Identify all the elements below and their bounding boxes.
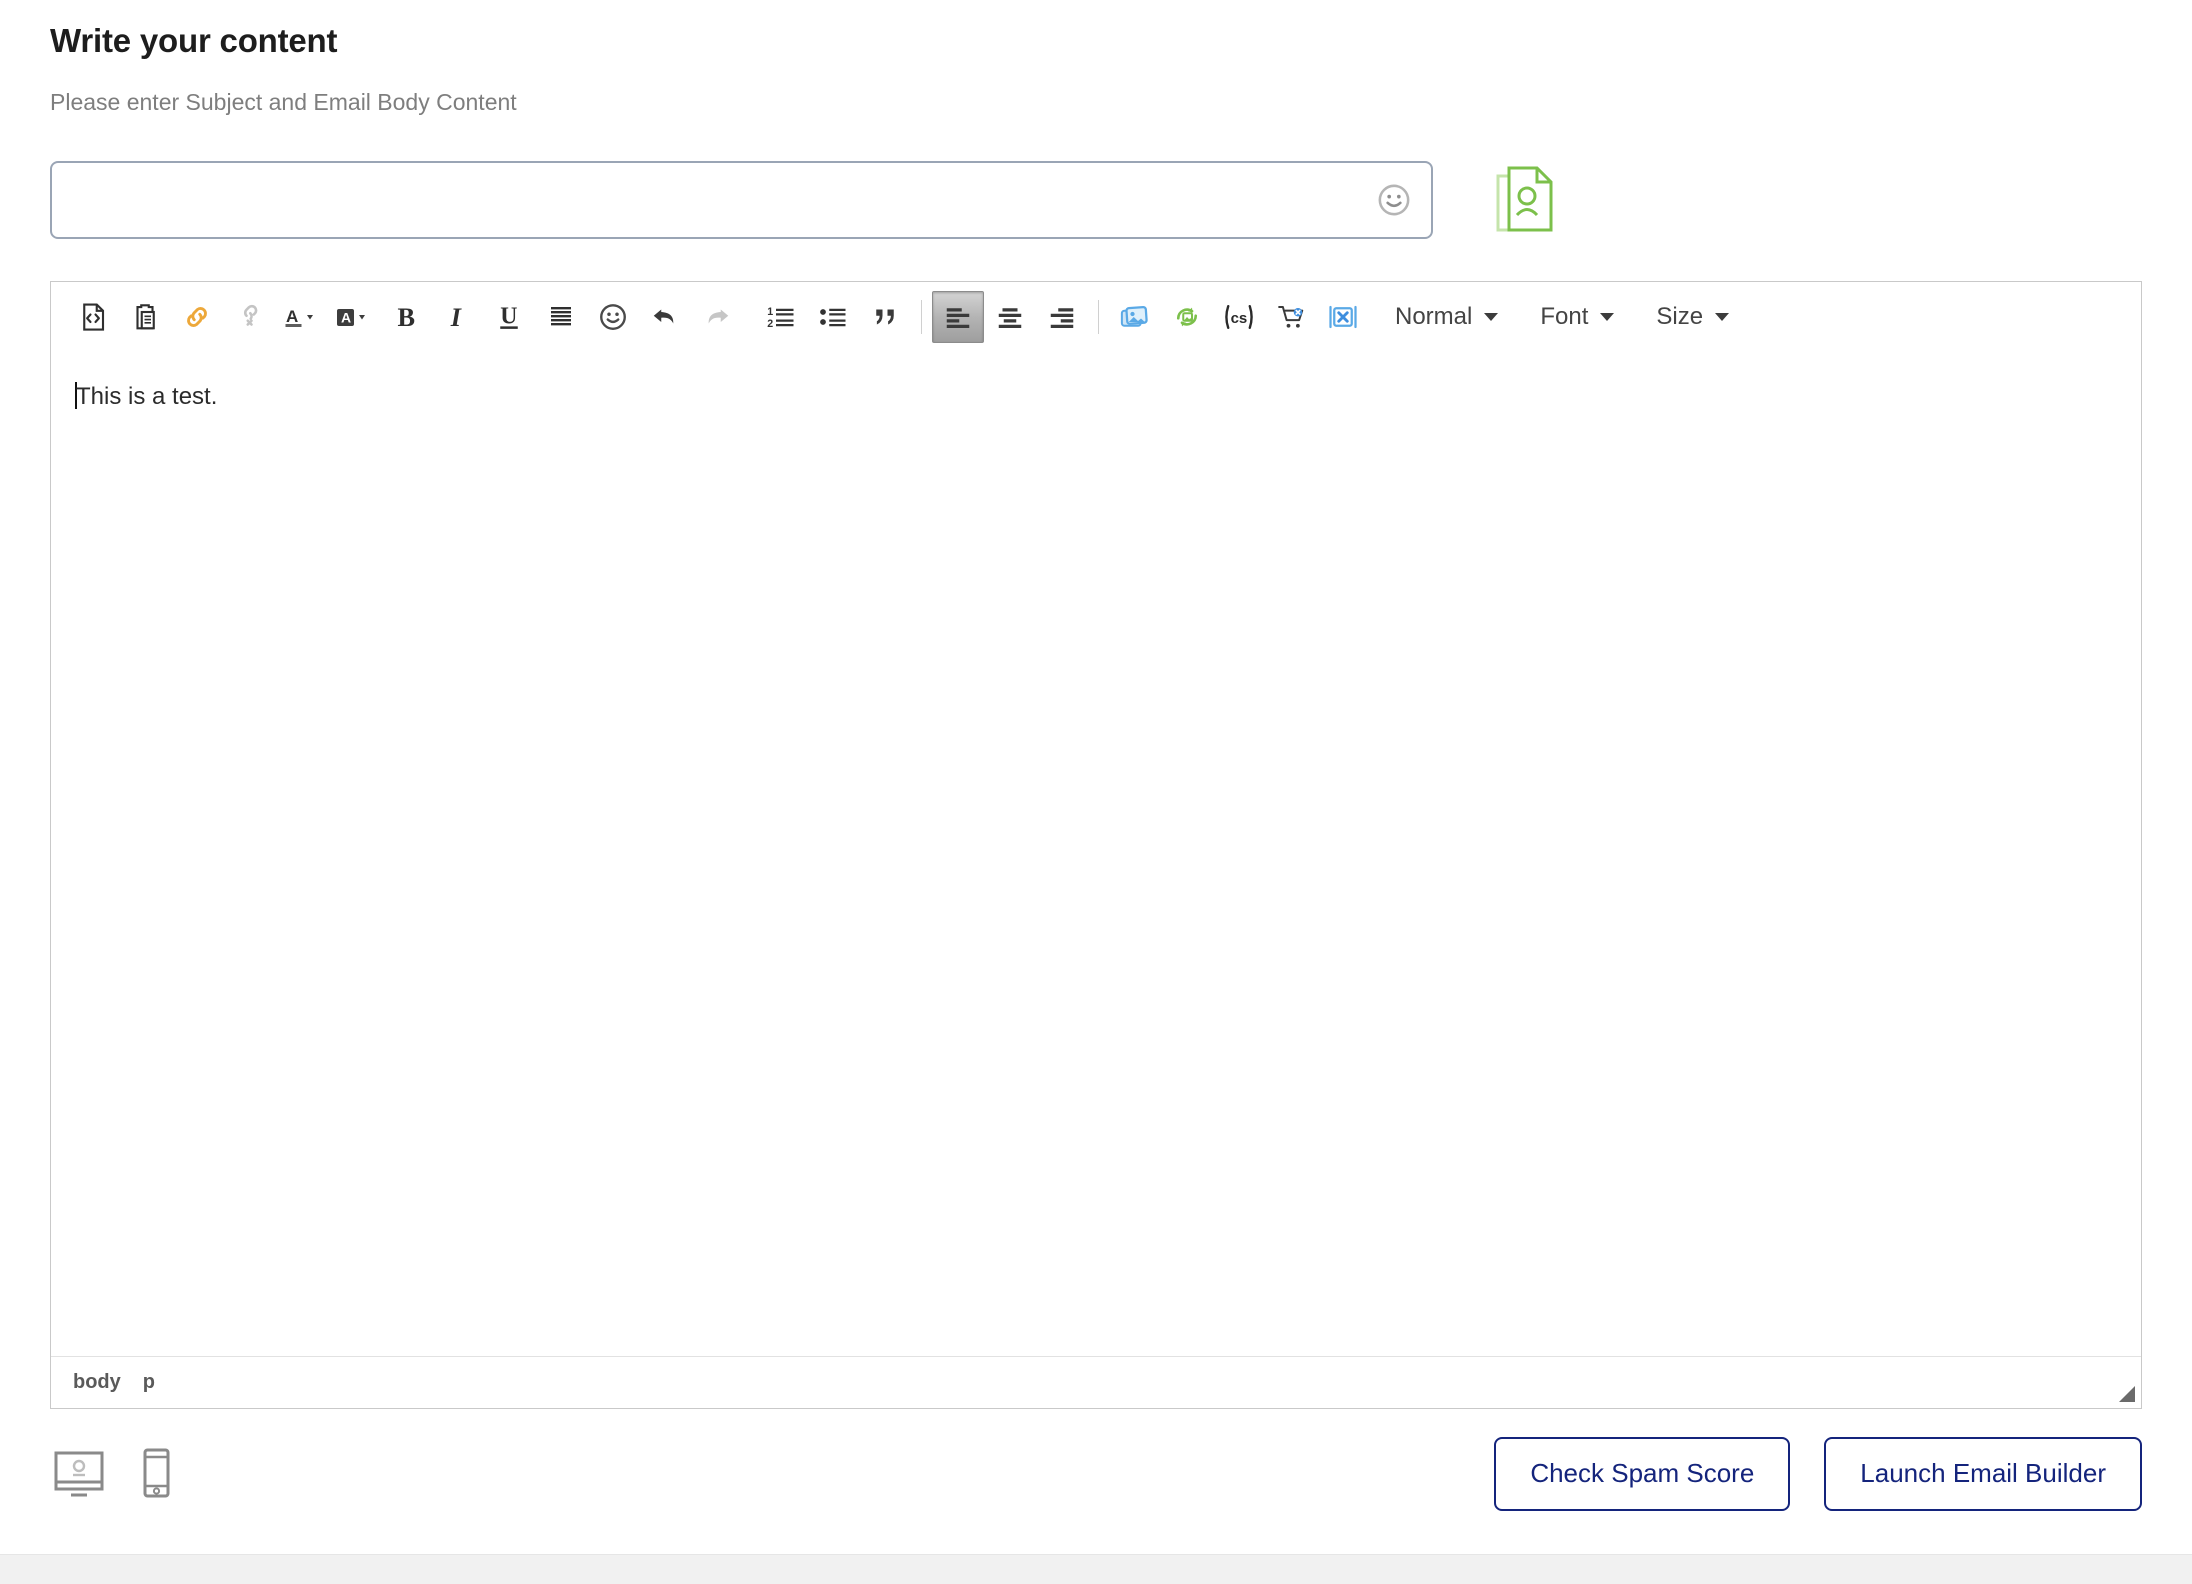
check-spam-score-button[interactable]: Check Spam Score (1494, 1436, 1791, 1511)
launch-email-builder-button[interactable]: Launch Email Builder (1824, 1436, 2142, 1511)
underline-icon[interactable]: U (483, 291, 535, 343)
editor-toolbar: A A B I U 1 2 cs Normal Font Size (51, 281, 2141, 352)
font-family-label: Font (1540, 302, 1589, 330)
chevron-down-icon (1600, 312, 1615, 321)
custom-script-icon[interactable]: cs (1213, 291, 1265, 343)
source-code-icon[interactable] (67, 291, 119, 343)
svg-text:2: 2 (767, 318, 773, 330)
svg-text:A: A (286, 307, 298, 326)
subject-field-wrapper (50, 160, 1433, 239)
footer-actions: Check Spam Score Launch Email Builder (1494, 1436, 2142, 1511)
rotate-image-icon[interactable] (1161, 291, 1213, 343)
paste-icon[interactable] (119, 291, 171, 343)
redo-icon[interactable] (691, 291, 743, 343)
toolbar-separator (921, 299, 922, 334)
element-path-body[interactable]: body (73, 1371, 121, 1394)
mobile-preview-icon[interactable] (136, 1445, 176, 1503)
bold-icon[interactable]: B (379, 291, 431, 343)
image-gallery-icon[interactable] (1109, 291, 1161, 343)
subject-input[interactable] (50, 160, 1433, 239)
rich-text-editor: A A B I U 1 2 cs Normal Font Size This i… (50, 280, 2142, 1409)
background-color-icon[interactable]: A (327, 291, 379, 343)
clear-formatting-icon[interactable] (535, 291, 587, 343)
svg-text:A: A (341, 309, 351, 325)
cart-icon[interactable] (1265, 291, 1317, 343)
align-left-icon[interactable] (932, 290, 984, 343)
svg-text:U: U (500, 303, 517, 329)
align-right-icon[interactable] (1036, 291, 1088, 343)
write-content-page: Write your content Please enter Subject … (0, 0, 2192, 1584)
editor-footer: Check Spam Score Launch Email Builder (50, 1436, 2142, 1511)
paragraph-format-label: Normal (1395, 302, 1473, 330)
ordered-list-icon[interactable]: 1 2 (755, 291, 807, 343)
align-center-icon[interactable] (984, 291, 1036, 343)
link-icon[interactable] (171, 291, 223, 343)
svg-text:B: B (398, 303, 416, 332)
blockquote-icon[interactable] (859, 291, 911, 343)
toolbar-separator (1098, 299, 1099, 334)
contact-document-icon[interactable] (1495, 163, 1559, 237)
chevron-down-icon (1715, 312, 1730, 321)
device-preview-group (50, 1445, 176, 1503)
remove-block-icon[interactable] (1317, 291, 1369, 343)
emoji-icon[interactable] (587, 291, 639, 343)
bullet-list-icon[interactable] (807, 291, 859, 343)
svg-text:cs: cs (1231, 310, 1248, 327)
subject-row (50, 160, 2142, 239)
bottom-strip (0, 1554, 2192, 1584)
page-title: Write your content (50, 22, 338, 59)
unlink-icon[interactable] (223, 291, 275, 343)
font-family-dropdown[interactable]: Font (1524, 291, 1630, 343)
element-path-p[interactable]: p (143, 1371, 155, 1394)
desktop-preview-icon[interactable] (50, 1445, 110, 1503)
editor-body-text: This is a test. (76, 382, 218, 410)
chevron-down-icon (1484, 312, 1499, 321)
italic-icon[interactable]: I (431, 291, 483, 343)
smiley-face-icon[interactable] (1377, 183, 1411, 217)
font-size-dropdown[interactable]: Size (1640, 291, 1745, 343)
undo-icon[interactable] (639, 291, 691, 343)
paragraph-format-dropdown[interactable]: Normal (1379, 291, 1514, 343)
svg-text:1: 1 (767, 306, 773, 318)
editor-content-area[interactable]: This is a test. (51, 352, 2141, 1356)
font-size-label: Size (1656, 302, 1704, 330)
text-color-icon[interactable]: A (275, 291, 327, 343)
page-subtitle: Please enter Subject and Email Body Cont… (50, 88, 517, 115)
resize-handle-icon[interactable] (2119, 1385, 2135, 1402)
editor-element-path: body p (51, 1355, 2141, 1408)
svg-text:I: I (450, 303, 462, 332)
